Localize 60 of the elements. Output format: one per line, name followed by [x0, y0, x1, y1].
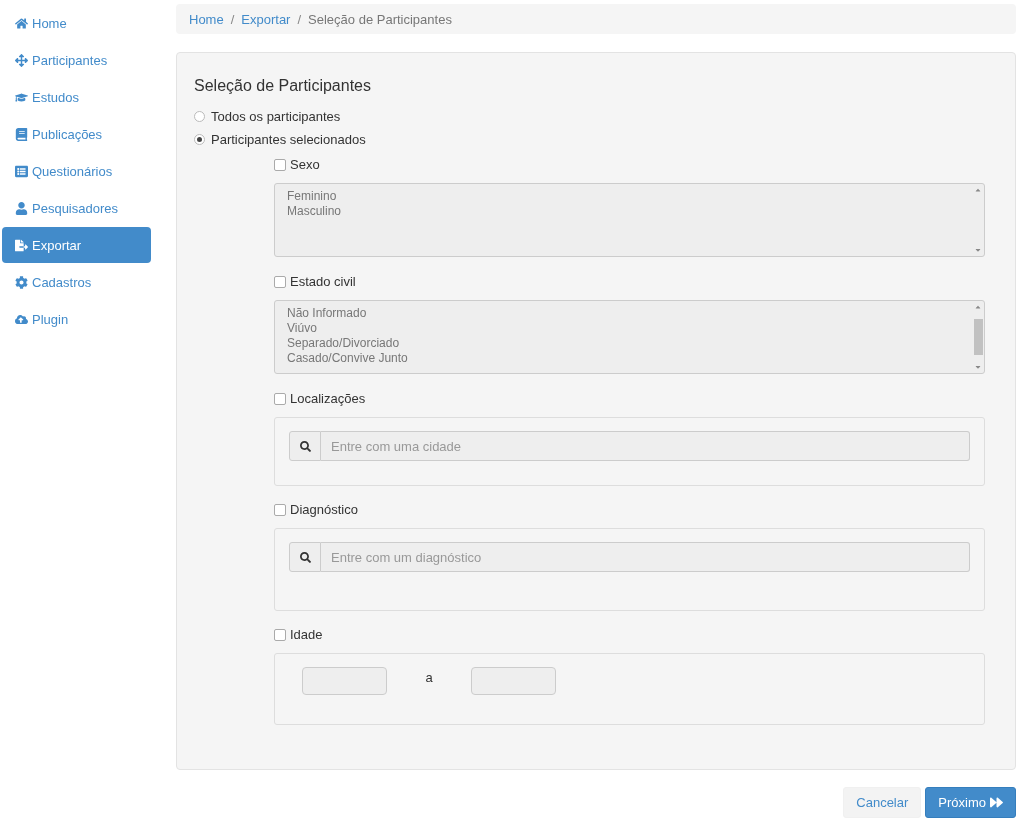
search-field[interactable]: Entre com um diagnóstico [321, 542, 970, 572]
scroll-up-icon[interactable] [974, 303, 982, 311]
search-field[interactable]: Entre com uma cidade [321, 431, 970, 461]
range-separator: a [424, 670, 434, 685]
house-icon [15, 16, 28, 30]
sidebar-item[interactable]: Pesquisadores [2, 190, 151, 226]
fast-forward-icon [990, 796, 1003, 809]
radio-button[interactable] [194, 134, 205, 145]
breadcrumb-current: Seleção de Participantes [308, 11, 452, 27]
cancel-button[interactable]: Cancelar [843, 787, 922, 818]
checkbox-label: Idade [290, 627, 323, 642]
list-option[interactable]: Viúvo [287, 321, 960, 336]
cloud-upload-icon [15, 312, 28, 326]
radio-label: Todos os participantes [211, 109, 341, 124]
radio-button[interactable] [194, 111, 205, 122]
checkbox[interactable] [274, 503, 286, 516]
settings-icon [15, 275, 28, 289]
arrows-icon [15, 53, 28, 67]
checkbox-label: Localizações [290, 391, 366, 406]
sidebar-item[interactable]: Participantes [2, 42, 151, 78]
sidebar-item[interactable]: Exportar [2, 227, 151, 263]
list-option[interactable]: Masculino [287, 204, 960, 219]
list-option[interactable]: Separado/Divorciado [287, 336, 960, 351]
list-option[interactable]: Feminino [287, 189, 960, 204]
checkbox[interactable] [274, 275, 286, 288]
checkbox-label: Diagnóstico [290, 502, 358, 517]
input-field[interactable] [471, 667, 556, 695]
radio-label: Participantes selecionados [211, 132, 366, 147]
sidebar-item[interactable]: Plugin [2, 301, 151, 337]
scroll-down-icon[interactable] [974, 246, 982, 254]
checkbox[interactable] [274, 158, 286, 171]
sidebar-item[interactable]: Home [2, 5, 151, 41]
list-option[interactable]: Casado/Convive Junto [287, 351, 960, 366]
scroll-up-icon[interactable] [974, 186, 982, 194]
scrollbar-thumb[interactable] [973, 319, 983, 355]
search-icon [299, 440, 311, 452]
checkbox[interactable] [274, 628, 286, 641]
list-box[interactable]: Feminino Masculino [274, 183, 985, 257]
search-icon [299, 551, 311, 563]
sidebar-item[interactable]: Cadastros [2, 264, 151, 300]
sidebar-item[interactable]: Estudos [2, 79, 151, 115]
sidebar-item[interactable]: Publicações [2, 116, 151, 152]
list-icon [15, 164, 28, 178]
scroll-down-icon[interactable] [974, 363, 982, 371]
checkbox-label: Sexo [290, 157, 320, 172]
checkbox-label: Estado civil [290, 274, 356, 289]
breadcrumb-separator: / [296, 11, 303, 27]
next-button[interactable]: Próximo [925, 787, 1016, 818]
breadcrumb-separator: / [229, 11, 236, 27]
list-option[interactable]: Não Informado [287, 306, 960, 321]
export-icon [15, 238, 28, 252]
input-field[interactable] [302, 667, 387, 695]
checkbox[interactable] [274, 392, 286, 405]
sidebar-item[interactable]: Questionários [2, 153, 151, 189]
breadcrumb-link[interactable]: Exportar [241, 11, 291, 27]
list-box[interactable]: Não Informado Viúvo Separado/Divorciado Casado/Convive Junto [274, 300, 985, 374]
person-icon [15, 201, 28, 215]
panel-title: Seleção de Participantes [194, 77, 372, 95]
book-icon [15, 127, 28, 141]
breadcrumb-link[interactable]: Home [189, 11, 224, 27]
